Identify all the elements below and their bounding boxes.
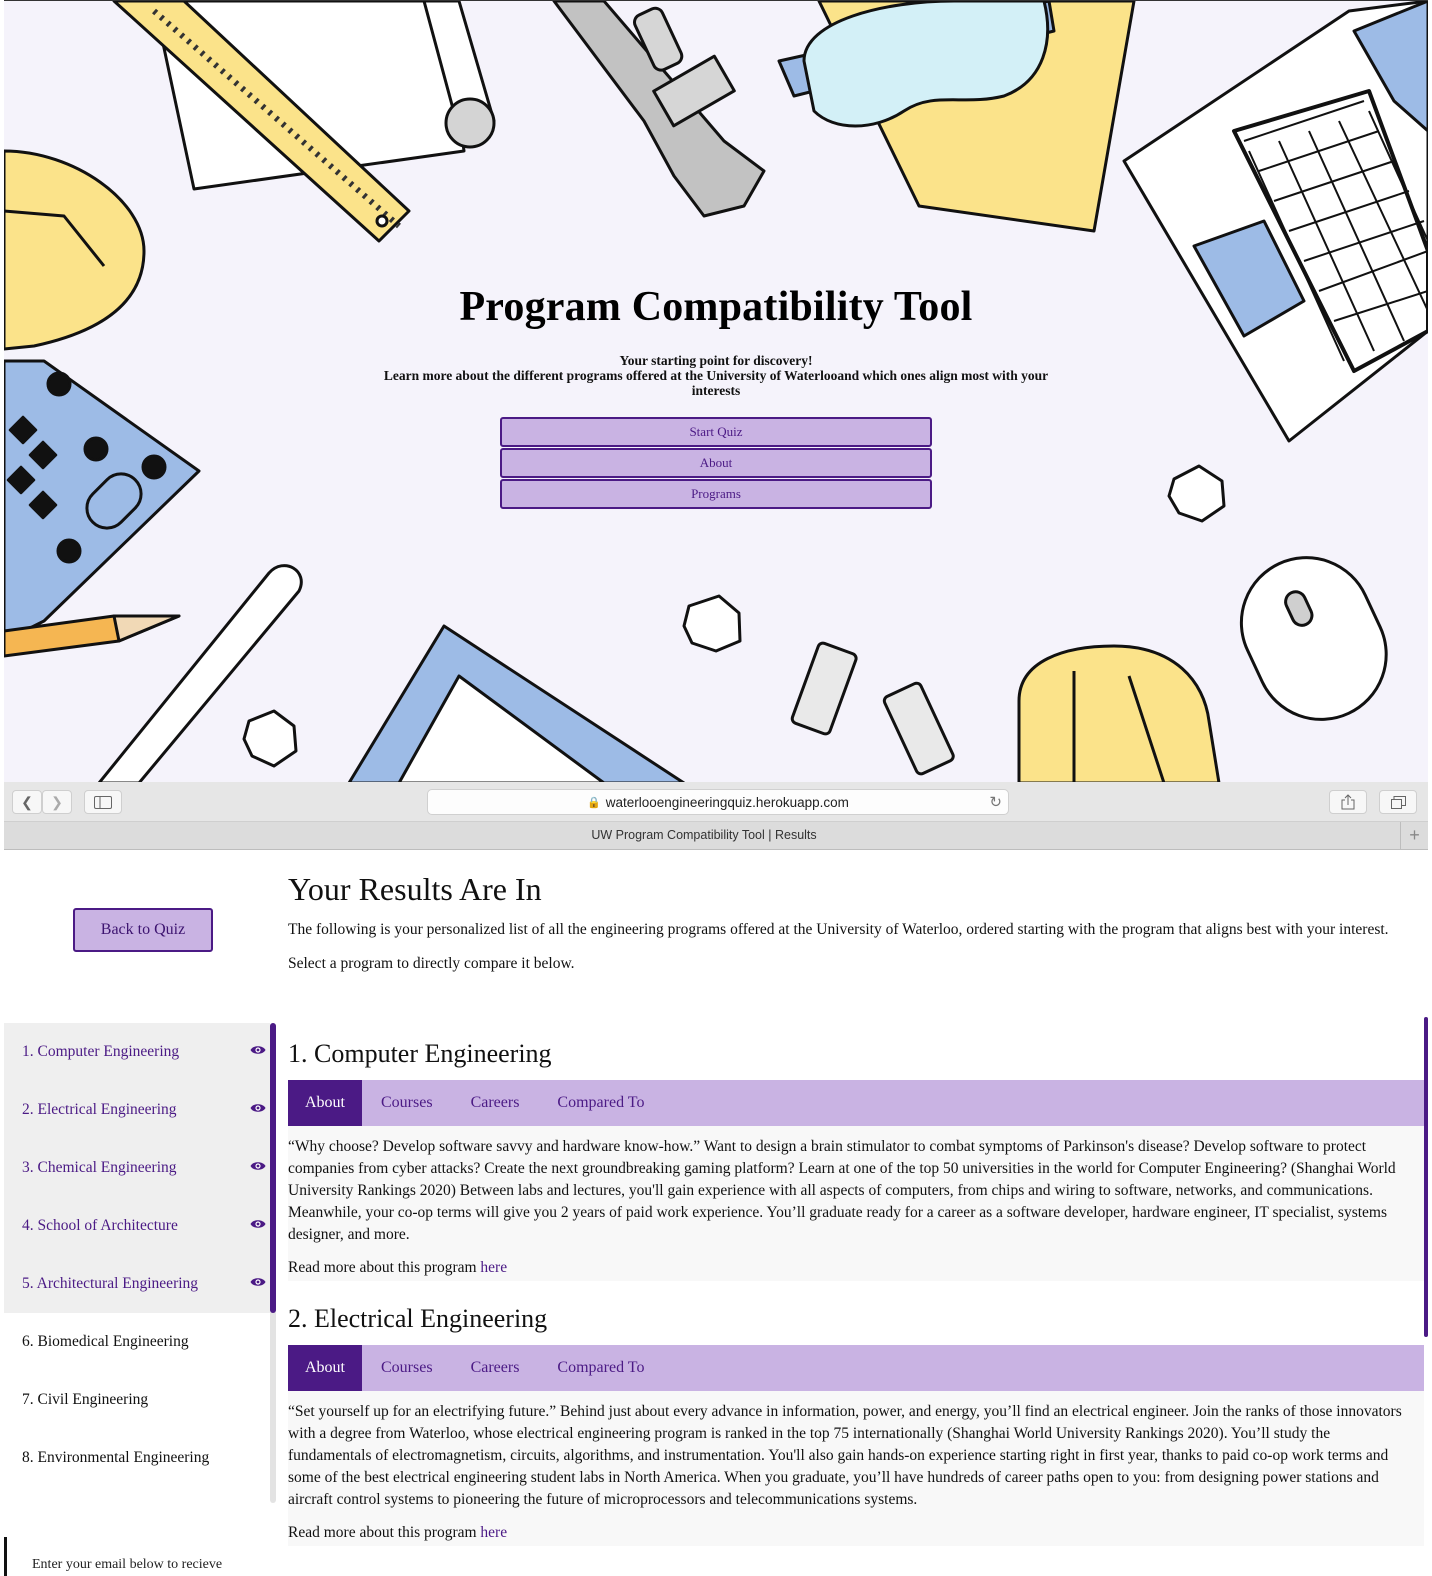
hero-content: Program Compatibility Tool Your starting… xyxy=(4,283,1428,510)
browser-toolbar: ❮ ❯ 🔒 waterlooengineeringquiz.herokuapp.… xyxy=(4,782,1428,822)
sidebar-item-architectural-engineering[interactable]: 5. Architectural Engineering xyxy=(4,1255,270,1313)
start-quiz-button[interactable]: Start Quiz xyxy=(500,417,932,447)
lock-icon: 🔒 xyxy=(587,796,601,809)
eye-icon[interactable] xyxy=(250,1044,266,1056)
program-tabs: About Courses Careers Compared To xyxy=(288,1080,1424,1126)
results-title: Your Results Are In xyxy=(288,871,542,907)
tabs-overview-button[interactable] xyxy=(1379,790,1417,814)
program-description: “Set yourself up for an electrifying fut… xyxy=(288,1403,1402,1508)
program-tabs: About Courses Careers Compared To xyxy=(288,1345,1424,1391)
sidebar-item-label: 8. Environmental Engineering xyxy=(22,1449,210,1466)
read-more-link[interactable]: here xyxy=(480,1259,507,1276)
hero-buttons: Start Quiz About Programs xyxy=(4,417,1428,509)
sidebar-toggle-button[interactable] xyxy=(84,790,122,814)
sidebar-scrollbar-thumb[interactable] xyxy=(270,1023,276,1313)
program-card-electrical-engineering: 2. Electrical Engineering About Courses … xyxy=(288,1299,1424,1546)
program-about-panel: “Set yourself up for an electrifying fut… xyxy=(288,1391,1424,1546)
chevron-right-icon: ❯ xyxy=(51,793,63,810)
read-more-link[interactable]: here xyxy=(480,1524,507,1541)
active-tab-title[interactable]: UW Program Compatibility Tool | Results xyxy=(4,828,1404,842)
eye-icon[interactable] xyxy=(250,1276,266,1288)
programs-button[interactable]: Programs xyxy=(500,479,932,509)
read-more-line: Read more about this program here xyxy=(288,1522,1424,1546)
hero-description: Learn more about the different programs … xyxy=(383,368,1049,398)
plus-icon: + xyxy=(1409,825,1420,845)
tab-careers[interactable]: Careers xyxy=(452,1345,539,1391)
sidebar-item-school-of-architecture[interactable]: 4. School of Architecture xyxy=(4,1197,270,1255)
eye-icon[interactable] xyxy=(250,1160,266,1172)
sidebar-item-chemical-engineering[interactable]: 3. Chemical Engineering xyxy=(4,1139,270,1197)
tab-about[interactable]: About xyxy=(288,1345,362,1391)
hero-section: Program Compatibility Tool Your starting… xyxy=(4,0,1428,782)
forward-arrow-button[interactable]: ❯ xyxy=(42,790,72,814)
sidebar-icon xyxy=(94,795,112,809)
tab-bar: UW Program Compatibility Tool | Results … xyxy=(4,822,1428,850)
address-bar[interactable]: 🔒 waterlooengineeringquiz.herokuapp.com … xyxy=(427,789,1009,815)
program-description: “Why choose? Develop software savvy and … xyxy=(288,1138,1396,1243)
url-text: waterlooengineeringquiz.herokuapp.com xyxy=(605,794,849,810)
results-page: Back to Quiz Your Results Are In The fol… xyxy=(4,851,1428,1576)
share-button[interactable] xyxy=(1329,790,1367,814)
tab-compared-to[interactable]: Compared To xyxy=(538,1080,663,1126)
share-icon xyxy=(1341,794,1355,810)
sidebar-item-computer-engineering[interactable]: 1. Computer Engineering xyxy=(4,1023,270,1081)
sidebar-item-label: 2. Electrical Engineering xyxy=(22,1101,177,1118)
results-select-prompt: Select a program to directly compare it … xyxy=(288,955,575,972)
program-list-sidebar: 1. Computer Engineering 2. Electrical En… xyxy=(4,1023,276,1503)
reload-icon[interactable]: ↻ xyxy=(989,793,1002,811)
eye-icon[interactable] xyxy=(250,1102,266,1114)
read-more-text: Read more about this program xyxy=(288,1259,481,1276)
sidebar-item-label: 5. Architectural Engineering xyxy=(22,1275,199,1292)
tabs-icon xyxy=(1390,795,1406,809)
email-prompt: Enter your email below to recieve xyxy=(32,1557,223,1572)
program-title: 2. Electrical Engineering xyxy=(288,1304,548,1333)
sidebar-item-label: 7. Civil Engineering xyxy=(22,1391,149,1408)
chevron-left-icon: ❮ xyxy=(21,793,33,810)
sidebar-item-label: 6. Biomedical Engineering xyxy=(22,1333,189,1350)
tab-about[interactable]: About xyxy=(288,1080,362,1126)
tab-courses[interactable]: Courses xyxy=(362,1080,452,1126)
eye-icon[interactable] xyxy=(250,1218,266,1230)
sidebar-item-label: 4. School of Architecture xyxy=(22,1217,178,1234)
program-title: 1. Computer Engineering xyxy=(288,1039,552,1068)
main-scrollbar-thumb[interactable] xyxy=(1424,1017,1428,1337)
sidebar-item-electrical-engineering[interactable]: 2. Electrical Engineering xyxy=(4,1081,270,1139)
tab-careers[interactable]: Careers xyxy=(452,1080,539,1126)
read-more-text: Read more about this program xyxy=(288,1524,481,1541)
hero-title: Program Compatibility Tool xyxy=(459,284,973,330)
back-arrow-button[interactable]: ❮ xyxy=(12,790,42,814)
hero-tagline: Your starting point for discovery! xyxy=(619,353,813,368)
program-card-computer-engineering: 1. Computer Engineering About Courses Ca… xyxy=(288,1034,1424,1281)
sidebar-item-environmental-engineering[interactable]: 8. Environmental Engineering xyxy=(4,1429,270,1487)
about-button[interactable]: About xyxy=(500,448,932,478)
tab-courses[interactable]: Courses xyxy=(362,1345,452,1391)
back-to-quiz-button[interactable]: Back to Quiz xyxy=(73,908,213,952)
sidebar-item-biomedical-engineering[interactable]: 6. Biomedical Engineering xyxy=(4,1313,270,1371)
results-intro: The following is your personalized list … xyxy=(288,921,1389,938)
new-tab-button[interactable]: + xyxy=(1400,822,1428,849)
tab-compared-to[interactable]: Compared To xyxy=(538,1345,663,1391)
left-edge-divider xyxy=(4,1537,7,1576)
sidebar-item-label: 3. Chemical Engineering xyxy=(22,1159,177,1176)
read-more-line: Read more about this program here xyxy=(288,1257,1424,1281)
sidebar-item-civil-engineering[interactable]: 7. Civil Engineering xyxy=(4,1371,270,1429)
program-about-panel: “Why choose? Develop software savvy and … xyxy=(288,1126,1424,1281)
sidebar-item-label: 1. Computer Engineering xyxy=(22,1043,180,1060)
